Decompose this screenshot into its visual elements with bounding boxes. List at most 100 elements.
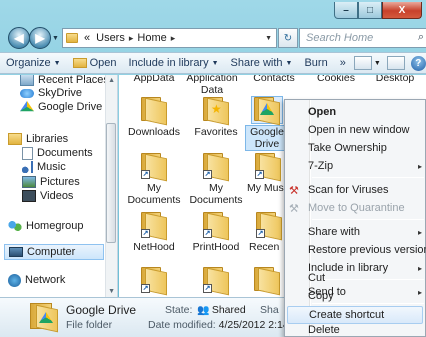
open-label: Open (89, 57, 117, 69)
file-item-printhood[interactable]: ↗ PrintHood (186, 212, 246, 253)
skydrive-icon (20, 88, 34, 98)
file-item-my-documents-2[interactable]: ↗ My Documents (186, 153, 246, 206)
close-button[interactable]: X (382, 2, 422, 19)
folder-shortcut-icon: ↗ (139, 153, 169, 182)
menu-label: Open (308, 106, 337, 118)
nav-pane-scroll-thumb[interactable] (106, 123, 116, 243)
file-item-favorites[interactable]: ★ Favorites (186, 97, 246, 138)
menu-item-copy[interactable]: Copy (285, 287, 425, 305)
menu-item-take-ownership[interactable]: Take Ownership (285, 139, 426, 157)
open-folder-icon (72, 58, 87, 68)
menu-item-open[interactable]: Open (285, 103, 426, 121)
videos-icon (22, 190, 36, 202)
navigation-bar: ◀ ▶ ▼ « Users ▸ Home ▸ ▼ ↻ Search Home ⌕ (0, 24, 426, 52)
submenu-arrow-icon: ▸ (417, 161, 422, 171)
file-label: My Documents (189, 182, 243, 206)
breadcrumb-home[interactable]: Home (137, 32, 166, 44)
computer-icon (9, 247, 23, 257)
nav-item-label: Pictures (40, 176, 80, 188)
breadcrumb-users[interactable]: Users (96, 32, 125, 44)
file-item-appdata[interactable]: AppData (124, 75, 184, 84)
chevron-down-icon[interactable]: ▼ (374, 60, 381, 67)
breadcrumb-separator-icon[interactable]: ▸ (129, 33, 134, 44)
scroll-up-icon[interactable]: ▲ (108, 77, 115, 84)
nav-item-label: Documents (37, 147, 93, 159)
pictures-icon (22, 176, 36, 188)
nav-item-videos[interactable]: Videos (22, 188, 73, 204)
folder-shortcut-icon: ↗ (201, 267, 231, 296)
nav-item-music[interactable]: Music (22, 159, 66, 175)
file-item-my-music[interactable]: ↗ My Mus (247, 153, 289, 194)
nav-item-google-drive[interactable]: Google Drive (20, 99, 102, 115)
details-name: Google Drive (66, 303, 137, 317)
file-label: Cookies (317, 75, 355, 84)
search-placeholder: Search Home (306, 32, 374, 44)
recent-pages-dropdown[interactable]: ▼ (52, 35, 59, 42)
file-item-row5-1[interactable]: ↗ (124, 267, 184, 296)
menu-item-cut[interactable]: Cut (285, 269, 425, 287)
nav-item-label: Libraries (26, 133, 69, 145)
help-icon[interactable]: ? (410, 55, 426, 71)
menu-item-open-new-window[interactable]: Open in new window (285, 121, 426, 139)
nav-item-label: Videos (40, 190, 74, 202)
share-with-menu[interactable]: Share with ▼ (225, 57, 299, 69)
file-item-desktop[interactable]: Desktop (365, 75, 425, 84)
breadcrumb-separator-icon[interactable]: ▸ (171, 33, 176, 44)
more-commands-button[interactable]: » (334, 57, 352, 69)
address-dropdown-icon[interactable]: ▼ (265, 35, 272, 42)
file-item-application-data[interactable]: Application Data (182, 75, 242, 96)
folder-shortcut-icon: ↗ (201, 153, 231, 182)
file-label: AppData (133, 75, 175, 84)
nav-item-homegroup[interactable]: Homegroup (8, 218, 83, 234)
search-icon[interactable]: ⌕ (418, 31, 424, 44)
file-item-contacts[interactable]: Contacts (244, 75, 304, 84)
scroll-down-icon[interactable]: ▼ (108, 288, 115, 295)
address-bar[interactable]: « Users ▸ Home ▸ ▼ (62, 28, 277, 48)
shortcut-arrow-icon: ↗ (203, 170, 212, 179)
file-item-row5-3[interactable] (246, 267, 288, 296)
menu-item-share-with[interactable]: Share with ▸ (285, 223, 426, 241)
file-item-cookies[interactable]: Cookies (306, 75, 366, 84)
back-button[interactable]: ◀ (8, 27, 30, 49)
burn-button[interactable]: Burn (298, 57, 333, 69)
menu-item-7zip[interactable]: 7-Zip ▸ (285, 157, 426, 175)
forward-button[interactable]: ▶ (29, 27, 51, 49)
search-input[interactable]: Search Home ⌕ (299, 28, 426, 48)
menu-label: Take Ownership (308, 142, 387, 154)
breadcrumb-overflow[interactable]: « (84, 32, 90, 44)
file-item-google-drive[interactable]: Google Drive (245, 96, 289, 151)
view-options-icon[interactable] (353, 56, 372, 70)
refresh-button[interactable]: ↻ (278, 28, 298, 48)
nav-item-computer[interactable]: Computer (4, 244, 104, 260)
shared-people-icon: 👥 (197, 305, 210, 316)
include-in-library-menu[interactable]: Include in library ▼ (123, 57, 225, 69)
file-item-my-documents[interactable]: ↗ My Documents (124, 153, 184, 206)
organize-menu[interactable]: Organize ▼ (0, 57, 67, 69)
preview-pane-icon[interactable] (386, 56, 405, 70)
file-item-recent[interactable]: ↗ Recen (249, 212, 289, 253)
nav-item-network[interactable]: Network (8, 272, 65, 288)
file-item-nethood[interactable]: ↗ NetHood (124, 212, 184, 253)
minimize-button[interactable]: – (334, 2, 358, 19)
burn-label: Burn (304, 57, 328, 69)
menu-item-move-to-quarantine[interactable]: ⚒ Move to Quarantine (285, 199, 426, 217)
file-item-downloads[interactable]: Downloads (124, 97, 184, 138)
menu-label: Cut (308, 272, 326, 284)
menu-item-scan-for-viruses[interactable]: ⚒ Scan for Viruses (285, 181, 426, 199)
modified-label: Date modified: (148, 319, 216, 331)
menu-label: 7-Zip (308, 160, 334, 172)
open-button[interactable]: Open (67, 57, 123, 69)
nav-item-label: Homegroup (26, 220, 84, 232)
file-label: Desktop (375, 75, 415, 84)
folder-shortcut-icon: ↗ (254, 212, 284, 241)
music-icon (22, 161, 33, 173)
file-item-row5-2[interactable]: ↗ (186, 267, 246, 296)
star-icon: ★ (211, 102, 222, 116)
folder-icon (139, 97, 169, 126)
menu-item-delete[interactable]: Delete (285, 322, 425, 337)
navigation-pane: Recent Places SkyDrive Google Drive Libr… (0, 75, 118, 297)
maximize-button[interactable]: □ (358, 2, 382, 19)
menu-item-restore-previous[interactable]: Restore previous versions (285, 241, 426, 259)
menu-separator (312, 219, 424, 220)
nav-pane-scrollbar[interactable]: ▲ ▼ (105, 75, 117, 297)
